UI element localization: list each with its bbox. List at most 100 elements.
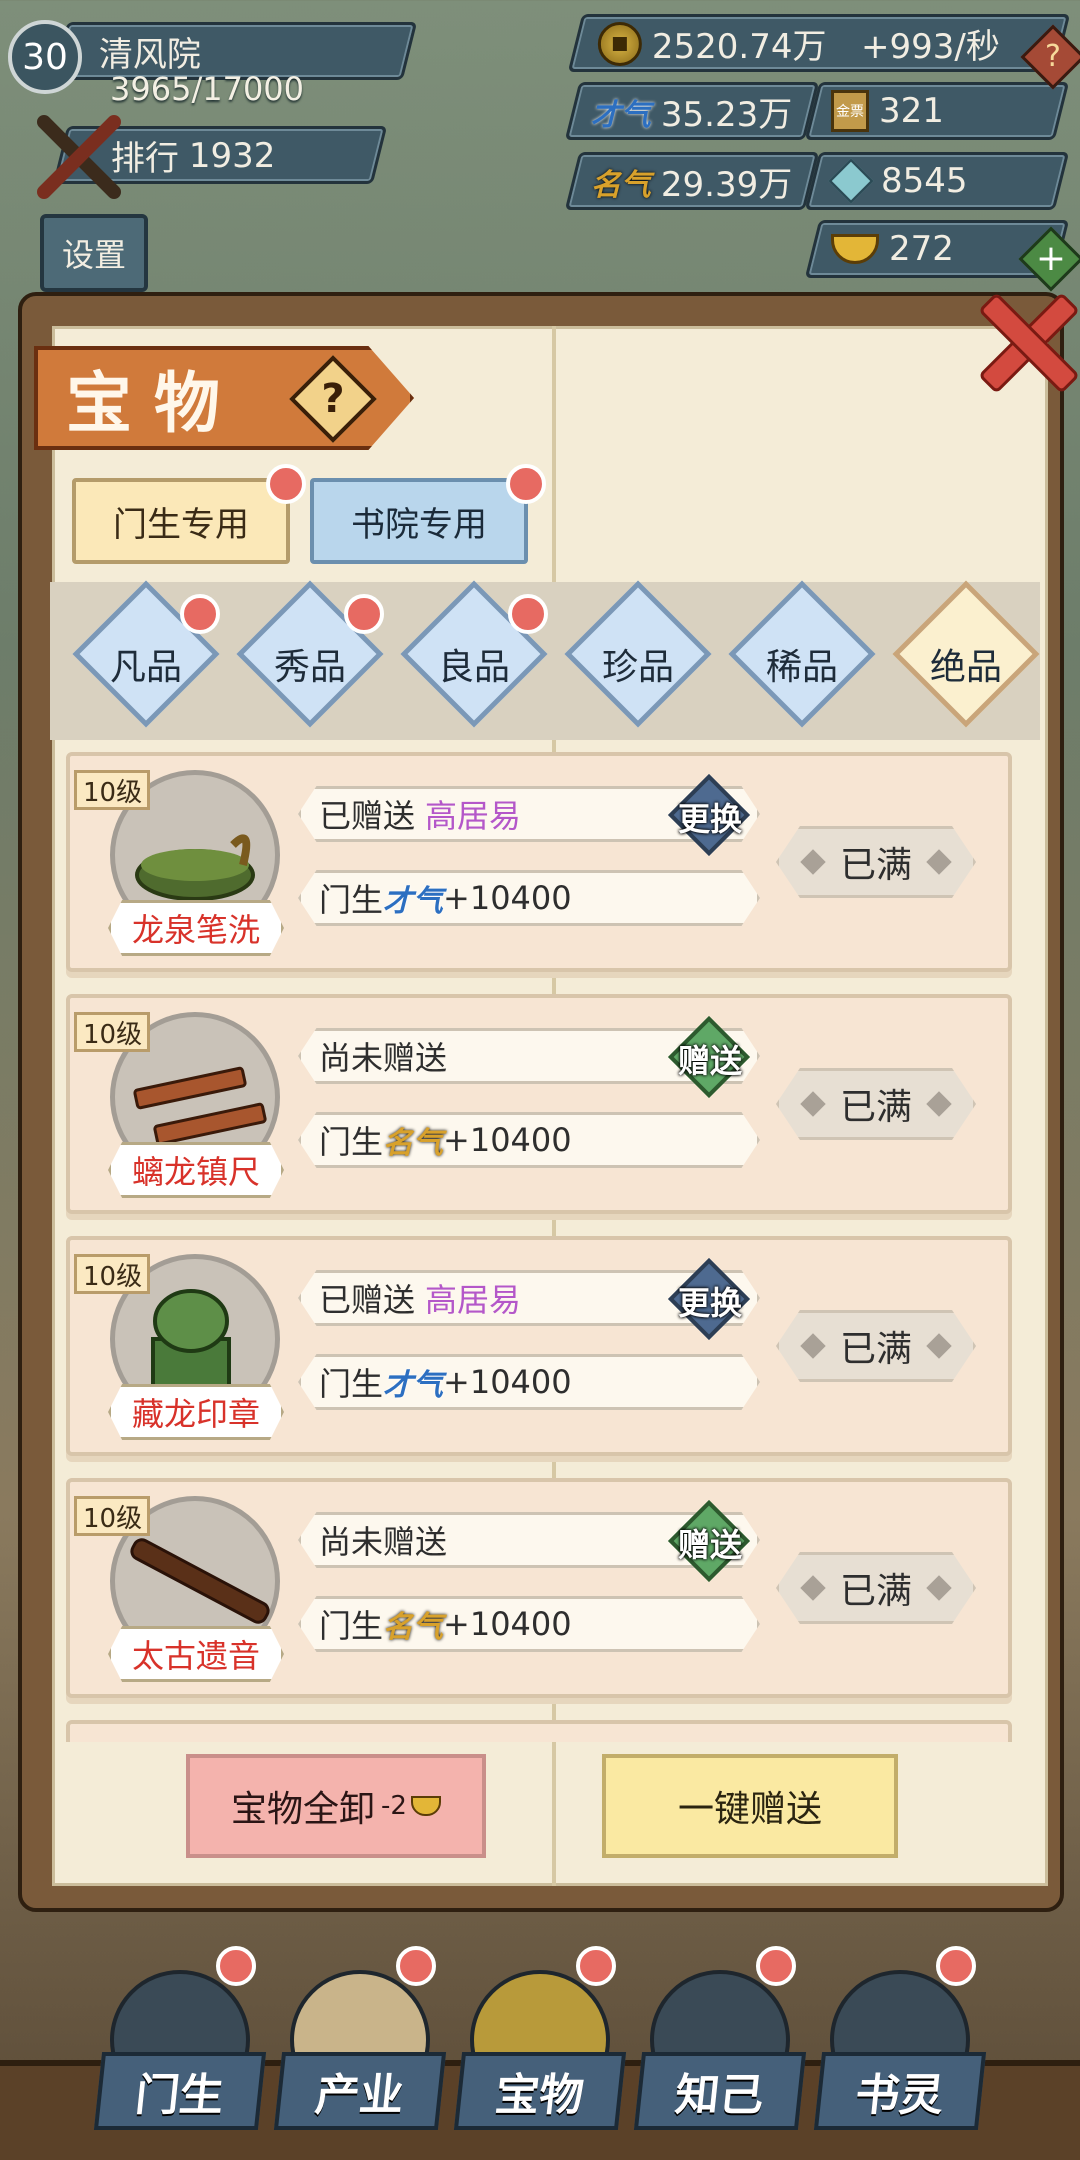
item-name: 龙泉笔洗 (108, 900, 284, 956)
talent-bar: 才气 35.23万 (564, 82, 820, 140)
notification-dot (756, 1946, 796, 1986)
maxed-badge: 已满 (776, 1068, 976, 1140)
top-status-bar: 30 清风院 3965/17000 排行 1932 设置 2520.74万 +9… (0, 0, 1080, 292)
notification-dot (180, 594, 220, 634)
gem-icon (828, 158, 874, 204)
swap-button[interactable]: 更换 (662, 794, 758, 840)
bonus-prefix: 门生 (319, 1607, 384, 1645)
bottom-nav: 门生 产业 宝物 知己 书灵 (0, 1940, 1080, 2160)
bonus-prefix: 门生 (319, 1365, 384, 1403)
talent-icon: 才气 (383, 1368, 444, 1403)
fame-bar: 名气 29.39万 (564, 152, 820, 210)
rank-value: 1932 (189, 135, 276, 175)
grade-xi[interactable]: 稀品 (722, 638, 882, 690)
notification-dot (506, 464, 546, 504)
gold-token-icon: 金票 (831, 90, 869, 132)
swap-button[interactable]: 更换 (662, 1278, 758, 1324)
gold-token-amount: 321 (879, 91, 944, 131)
nav-disciples[interactable]: 门生 (90, 1940, 270, 2160)
item-name: 藏龙印章 (108, 1384, 284, 1440)
settings-button[interactable]: 设置 (40, 214, 148, 292)
status-text: 已赠送 (319, 1281, 416, 1319)
ingot-icon (831, 234, 879, 264)
grade-xiu[interactable]: 秀品 (230, 638, 390, 690)
coin-amount: 2520.74万 (652, 26, 827, 67)
nav-label: 书灵 (813, 2052, 987, 2130)
nav-confidant[interactable]: 知己 (630, 1940, 810, 2160)
coin-bar[interactable]: 2520.74万 +993/秒 (567, 14, 1071, 72)
notification-dot (508, 594, 548, 634)
gem-amount: 8545 (881, 161, 968, 201)
bonus-prefix: 门生 (319, 1123, 384, 1161)
ingot-amount: 272 (889, 229, 954, 269)
bonus-prefix: 门生 (319, 881, 384, 919)
notification-dot (344, 594, 384, 634)
gift-button[interactable]: 赠送 (662, 1036, 758, 1082)
bonus-value: +10400 (443, 1121, 572, 1159)
item-level-tag: 10级 (74, 1254, 150, 1294)
ingot-icon (410, 1796, 441, 1816)
nav-label: 产业 (273, 2052, 447, 2130)
notification-dot (396, 1946, 436, 1986)
status-text: 已赠送 (319, 797, 416, 835)
maxed-badge: 已满 (776, 1552, 976, 1624)
maxed-badge: 已满 (776, 826, 976, 898)
bonus-bar: 门生 才气 +10400 (298, 1354, 760, 1410)
unequip-all-label: 宝物全卸 (231, 1789, 376, 1830)
notification-dot (216, 1946, 256, 1986)
nav-book-spirit[interactable]: 书灵 (810, 1940, 990, 2160)
bonus-bar: 门生 名气 +10400 (298, 1596, 760, 1652)
close-icon[interactable] (970, 290, 1070, 390)
gold-token-bar: 金票 321 (804, 82, 1070, 140)
coin-icon (598, 21, 642, 65)
nav-label: 知己 (633, 2052, 807, 2130)
notification-dot (266, 464, 306, 504)
fame-icon: 名气 (383, 1610, 444, 1645)
item-level-tag: 10级 (74, 1012, 150, 1052)
player-level-badge[interactable]: 30 (8, 20, 82, 94)
treasure-row-partial (66, 1720, 1012, 1742)
fame-icon: 名气 (383, 1126, 444, 1161)
bonus-bar: 门生 才气 +10400 (298, 870, 760, 926)
item-name: 太古遗音 (108, 1626, 284, 1682)
bonus-bar: 门生 名气 +10400 (298, 1112, 760, 1168)
bonus-value: +10400 (443, 879, 572, 917)
talent-amount: 35.23万 (661, 94, 793, 135)
fame-icon: 名气 (591, 167, 651, 202)
bonus-value: +10400 (443, 1605, 572, 1643)
grade-fan[interactable]: 凡品 (66, 638, 226, 690)
item-level-tag: 10级 (74, 1496, 150, 1536)
talent-icon: 才气 (591, 97, 651, 132)
notification-dot (576, 1946, 616, 1986)
status-text: 尚未赠送 (319, 1039, 448, 1077)
grade-jue[interactable]: 绝品 (886, 638, 1046, 690)
nav-treasure[interactable]: 宝物 (450, 1940, 630, 2160)
crossed-brushes-icon (37, 115, 121, 199)
treasure-list[interactable]: 10级 龙泉笔洗 已赠送 高居易 更换 门生 才气 +10400 已满 10级 (66, 752, 1014, 1742)
treasure-row: 10级 太古遗音 尚未赠送 赠送 门生 名气 +10400 已满 (66, 1478, 1012, 1698)
gift-button[interactable]: 赠送 (662, 1520, 758, 1566)
nav-label: 门生 (93, 2052, 267, 2130)
grade-liang[interactable]: 良品 (394, 638, 554, 690)
tab-academy-only[interactable]: 书院专用 (310, 478, 528, 564)
item-level-tag: 10级 (74, 770, 150, 810)
nav-industry[interactable]: 产业 (270, 1940, 450, 2160)
nav-label: 宝物 (453, 2052, 627, 2130)
recipient-name: 高居易 (425, 1281, 522, 1319)
exp-progress: 3965/17000 (110, 70, 305, 108)
unequip-cost: -2 (381, 1791, 407, 1821)
bonus-value: +10400 (443, 1363, 572, 1401)
unequip-all-button[interactable]: 宝物全卸 -2 (186, 1754, 486, 1858)
talent-icon: 才气 (383, 884, 444, 919)
notification-dot (936, 1946, 976, 1986)
gift-all-button[interactable]: 一键赠送 (602, 1754, 898, 1858)
grade-zhen[interactable]: 珍品 (558, 638, 718, 690)
tab-disciple-only[interactable]: 门生专用 (72, 478, 290, 564)
recipient-name: 高居易 (425, 797, 522, 835)
treasure-row: 10级 螭龙镇尺 尚未赠送 赠送 门生 名气 +10400 已满 (66, 994, 1012, 1214)
item-name: 螭龙镇尺 (108, 1142, 284, 1198)
fame-amount: 29.39万 (661, 164, 793, 205)
coin-rate: +993/秒 (861, 26, 1000, 67)
treasure-row: 10级 龙泉笔洗 已赠送 高居易 更换 门生 才气 +10400 已满 (66, 752, 1012, 972)
status-text: 尚未赠送 (319, 1523, 448, 1561)
